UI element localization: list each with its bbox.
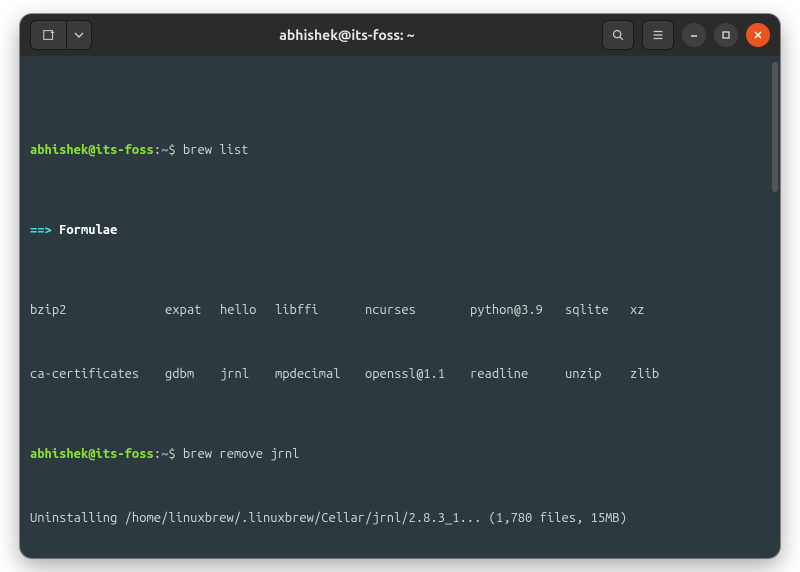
pkg: ca-certificates xyxy=(30,366,165,382)
prompt-dollar: $ xyxy=(168,143,183,157)
prompt-colon: : xyxy=(154,143,161,157)
prompt-line-1: abhishek@its-foss:~$ brew list xyxy=(30,142,770,158)
scrollbar-thumb[interactable] xyxy=(772,62,778,192)
terminal-body[interactable]: abhishek@its-foss:~$ brew list ==> Formu… xyxy=(20,56,780,558)
pkg: zlib xyxy=(630,366,659,382)
titlebar-left-group xyxy=(30,20,92,50)
pkg: unzip xyxy=(565,366,630,382)
search-icon xyxy=(611,28,625,42)
maximize-icon xyxy=(721,30,731,40)
close-button[interactable] xyxy=(746,23,770,47)
minimize-button[interactable] xyxy=(682,23,706,47)
terminal-window: abhishek@its-foss: ~ abhishek@its-foss:~… xyxy=(20,14,780,558)
pkg: readline xyxy=(470,366,565,382)
pkg: openssl@1.1 xyxy=(365,366,470,382)
pkg: mpdecimal xyxy=(275,366,365,382)
pkg: sqlite xyxy=(565,302,630,318)
titlebar-right-group xyxy=(602,20,770,50)
pkg: bzip2 xyxy=(30,302,165,318)
hamburger-icon xyxy=(651,28,665,42)
heading-arrow: ==> xyxy=(30,223,59,237)
command-2: brew remove jrnl xyxy=(183,447,299,461)
window-title: abhishek@its-foss: ~ xyxy=(98,27,596,43)
pkg: hello xyxy=(220,302,275,318)
maximize-button[interactable] xyxy=(714,23,738,47)
list1-row0: bzip2expathellolibffincursespython@3.9sq… xyxy=(30,302,770,318)
pkg: xz xyxy=(630,302,645,318)
pkg: python@3.9 xyxy=(470,302,565,318)
titlebar: abhishek@its-foss: ~ xyxy=(20,14,780,56)
new-tab-icon xyxy=(42,28,56,42)
chevron-down-icon xyxy=(74,30,84,40)
pkg: gdbm xyxy=(165,366,220,382)
prompt-line-2: abhishek@its-foss:~$ brew remove jrnl xyxy=(30,446,770,462)
pkg: jrnl xyxy=(220,366,275,382)
pkg: expat xyxy=(165,302,220,318)
remove-output: Uninstalling /home/linuxbrew/.linuxbrew/… xyxy=(30,510,770,526)
new-tab-dropdown[interactable] xyxy=(66,20,92,50)
search-button[interactable] xyxy=(602,20,634,50)
close-icon xyxy=(753,30,763,40)
new-tab-button[interactable] xyxy=(30,20,66,50)
prompt-user: abhishek xyxy=(30,143,88,157)
pkg: ncurses xyxy=(365,302,470,318)
pkg: libffi xyxy=(275,302,365,318)
menu-button[interactable] xyxy=(642,20,674,50)
prompt-host: its-foss xyxy=(96,143,154,157)
heading-text: Formulae xyxy=(59,223,117,237)
prompt-at: @ xyxy=(88,143,95,157)
minimize-icon xyxy=(689,30,699,40)
heading-formulae-1: ==> Formulae xyxy=(30,222,770,238)
command-1: brew list xyxy=(183,143,249,157)
list1-row1: ca-certificatesgdbmjrnlmpdecimalopenssl@… xyxy=(30,366,770,382)
